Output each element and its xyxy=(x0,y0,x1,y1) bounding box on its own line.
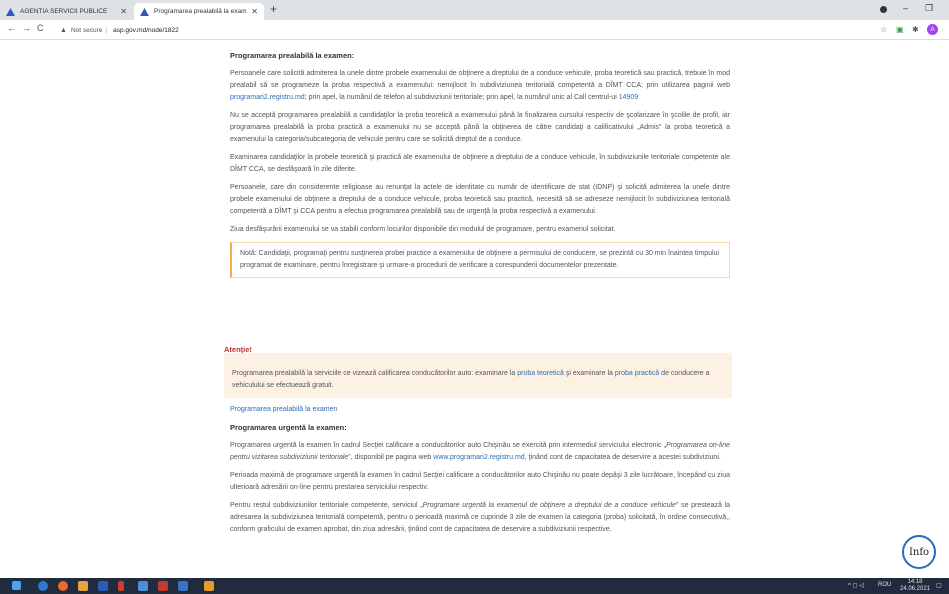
paragraph: Perioada maximă de programare urgentă la… xyxy=(230,472,731,491)
firefox-icon[interactable] xyxy=(58,581,68,591)
warning-icon[interactable]: ▲ xyxy=(60,27,67,34)
attention-text-part: Programarea prealabilă la serviciile ce … xyxy=(232,370,518,377)
minimize-icon[interactable]: – xyxy=(903,3,908,13)
paragraph: Persoanele, care din considerente religi… xyxy=(230,184,730,215)
paragraph-text: Programarea urgentă la examen în cadrul … xyxy=(230,442,667,449)
close-tab-icon[interactable]: ✕ xyxy=(120,7,127,16)
close-tab-icon[interactable]: ✕ xyxy=(251,7,258,16)
paragraph-text: Pentru restul subdiviziunilor teritorial… xyxy=(230,502,423,509)
taskbar: ^ ◻ ◁ ROU 14:18 24.06.2021 ▢ xyxy=(0,578,949,594)
section-heading: Programarea prealabilă la examen: xyxy=(230,51,355,60)
paragraph: Programarea urgentă la examen în cadrul … xyxy=(230,440,730,464)
clock-time: 14:18 xyxy=(907,579,923,585)
security-label: Not secure xyxy=(70,26,103,34)
url-text: asp.gov.md/node/1822 xyxy=(113,26,179,34)
address-bar: ← → C ▲ Not secure | asp.gov.md/node/182… xyxy=(0,20,949,40)
paragraph-text: ", disponibil pe pagina web xyxy=(348,454,434,461)
clock[interactable]: 14:18 24.06.2021 xyxy=(900,579,930,593)
attention-title: Atenţie! xyxy=(224,345,252,354)
bookmark-star-icon[interactable]: ☆ xyxy=(880,25,887,34)
paragraph: Persoanele care solicită admiterea la un… xyxy=(230,68,730,104)
urgent-section: Programarea prealabilă la examen Program… xyxy=(230,404,730,542)
programari-link[interactable]: programari2.registru.md xyxy=(230,94,305,101)
chrome-icon[interactable] xyxy=(78,581,88,591)
extension-icon[interactable]: ▣ xyxy=(896,25,904,34)
maximize-icon[interactable]: ❐ xyxy=(925,3,933,14)
media-indicator-icon[interactable] xyxy=(880,6,887,13)
paragraph: Nu se acceptă programarea prealabilă a c… xyxy=(230,112,730,143)
divider: | xyxy=(105,26,108,34)
programari-link[interactable]: www.programari2.registru.md xyxy=(433,454,524,461)
note-box: Notă: Candidaţii, programaţi pentru susţ… xyxy=(230,242,730,278)
notifications-icon[interactable]: ▢ xyxy=(936,582,942,589)
forward-icon[interactable]: → xyxy=(22,23,31,33)
tray-arrows-icon[interactable]: ^ ◻ ◁ xyxy=(848,582,864,589)
attention-text: Programarea prealabilă la serviciile ce … xyxy=(232,368,727,392)
paragraph-text: , ţinând cont de capacitatea de deservir… xyxy=(524,454,721,461)
proba-practica-link[interactable]: proba practică xyxy=(615,370,659,377)
tab-label: Programarea prealabilă la exam xyxy=(154,8,247,15)
paragraph-text: Persoanele care solicită admiterea la un… xyxy=(230,70,730,89)
section-heading: Programarea urgentă la examen: xyxy=(230,423,347,432)
avatar[interactable]: A xyxy=(927,24,938,35)
tab-label: AGENTIA SERVICII PUBLICE xyxy=(20,8,108,15)
proba-teoretica-link[interactable]: proba teoretică xyxy=(517,370,564,377)
edge-icon[interactable] xyxy=(38,581,48,591)
folder-icon[interactable] xyxy=(204,581,214,591)
new-tab-icon[interactable]: + xyxy=(270,2,277,16)
paragraph: Pentru restul subdiviziunilor teritorial… xyxy=(230,500,730,536)
word-icon[interactable] xyxy=(98,581,108,591)
flag-icon[interactable] xyxy=(118,581,124,591)
clock-date: 24.06.2021 xyxy=(900,586,931,592)
attention-text-part: şi examinare la xyxy=(563,370,615,377)
mail-icon[interactable] xyxy=(178,581,188,591)
paragraph: Ziua desfăşurării examenului se va stabi… xyxy=(230,226,616,233)
call-center-link[interactable]: 14909 xyxy=(619,94,638,101)
paragraph-text: ; prin apel, la numărul de telefon al su… xyxy=(304,94,619,101)
main-content: Programarea prealabilă la examen: Persoa… xyxy=(230,50,730,290)
paragraph: Examinarea candidaţilor la probele teore… xyxy=(230,154,730,173)
explorer-icon[interactable] xyxy=(138,581,148,591)
reload-icon[interactable]: C xyxy=(37,23,44,33)
site-logo-icon xyxy=(6,7,15,16)
url-field[interactable]: ▲ Not secure | asp.gov.md/node/1822 xyxy=(60,23,179,37)
italic-text: Programare urgentă la examenul de obţine… xyxy=(422,502,676,509)
back-icon[interactable]: ← xyxy=(7,23,16,33)
tab-programarea[interactable]: Programarea prealabilă la exam ✕ xyxy=(134,3,264,20)
extensions-puzzle-icon[interactable]: ✱ xyxy=(912,25,919,34)
windows-start-icon[interactable] xyxy=(12,581,21,590)
info-button[interactable]: Info xyxy=(902,535,936,569)
tab-agentia-servicii-publice[interactable]: AGENTIA SERVICII PUBLICE ✕ xyxy=(0,3,133,20)
language-indicator[interactable]: ROU xyxy=(878,582,891,588)
app-icon[interactable] xyxy=(158,581,168,591)
programarea-prealabila-link[interactable]: Programarea prealabilă la examen xyxy=(230,406,337,413)
site-logo-icon xyxy=(140,7,149,16)
browser-tab-strip: AGENTIA SERVICII PUBLICE ✕ Programarea p… xyxy=(0,0,949,20)
